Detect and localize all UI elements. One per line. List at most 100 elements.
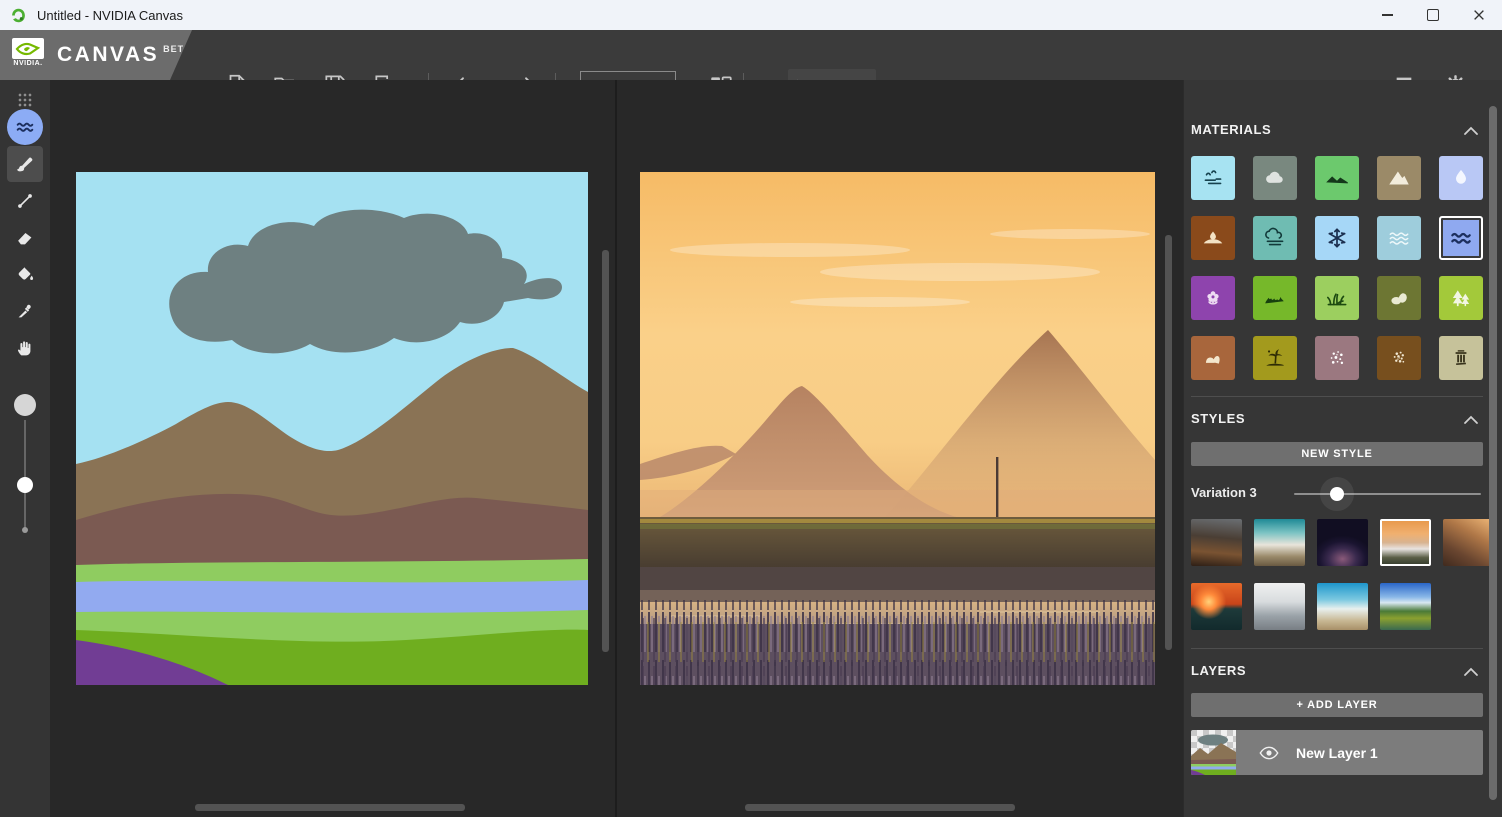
material-cloud[interactable] — [1253, 156, 1297, 200]
style-rocky-peak[interactable] — [1443, 519, 1494, 566]
left-canvas-vscroll[interactable] — [602, 250, 609, 652]
paint-bucket-icon — [14, 263, 36, 285]
app-name: CANVAS — [57, 43, 159, 66]
material-river[interactable] — [1377, 216, 1421, 260]
line-tool[interactable] — [7, 183, 43, 219]
variation-slider[interactable] — [1294, 483, 1481, 505]
material-water[interactable] — [1439, 156, 1483, 200]
layer-name: New Layer 1 — [1296, 745, 1378, 761]
layer-visibility-eye-icon[interactable] — [1258, 742, 1280, 764]
material-grass[interactable] — [1315, 276, 1359, 320]
pane-divider — [615, 80, 617, 817]
material-sand[interactable] — [1253, 336, 1297, 380]
variation-slider-handle[interactable] — [1330, 487, 1344, 501]
fill-tool[interactable] — [7, 256, 43, 292]
layer-thumbnail — [1191, 730, 1236, 775]
variation-row: Variation 3 — [1191, 483, 1483, 505]
brush-size-slider-track[interactable] — [24, 420, 26, 528]
layers-collapse-chevron[interactable] — [1463, 665, 1479, 677]
material-ruins[interactable] — [1439, 336, 1483, 380]
nvidia-wordmark: NVIDIA. — [13, 60, 42, 67]
eyedropper-tool[interactable] — [7, 293, 43, 329]
material-sky[interactable] — [1191, 156, 1235, 200]
eraser-icon — [14, 227, 36, 249]
mountain-icon — [1386, 165, 1412, 191]
ruins-column-icon — [1448, 345, 1474, 371]
line-icon — [14, 190, 36, 212]
brush-size-max-preview — [14, 394, 36, 416]
window-controls — [1364, 0, 1502, 30]
river-icon — [1386, 225, 1412, 251]
nvidia-canvas-window: { "window": { "title": "Untitled - NVIDI… — [0, 0, 1502, 817]
material-bush[interactable] — [1253, 276, 1297, 320]
new-style-button[interactable]: NEW STYLE — [1191, 442, 1483, 466]
style-desert-rocks[interactable] — [1191, 519, 1242, 566]
material-sea[interactable] — [1439, 216, 1483, 260]
nvidia-logo: NVIDIA. — [11, 38, 45, 72]
eraser-tool[interactable] — [7, 220, 43, 256]
cloud-icon — [1262, 165, 1288, 191]
minimize-button[interactable] — [1364, 0, 1410, 30]
hill-icon — [1324, 165, 1350, 191]
right-canvas-vscroll[interactable] — [1165, 235, 1172, 650]
section-divider — [1191, 648, 1483, 649]
styles-header: STYLES — [1191, 411, 1483, 429]
material-flower[interactable] — [1191, 276, 1235, 320]
maximize-button[interactable] — [1410, 0, 1456, 30]
paint-canvas[interactable] — [76, 172, 588, 685]
tool-rail — [0, 80, 50, 817]
materials-header: MATERIALS — [1191, 122, 1483, 140]
style-thumbnails-row2 — [1191, 583, 1491, 630]
material-tree[interactable] — [1439, 276, 1483, 320]
bush-icon — [1262, 285, 1288, 311]
eyedropper-icon — [14, 300, 36, 322]
material-mountain[interactable] — [1377, 156, 1421, 200]
fog-icon — [1262, 225, 1288, 251]
style-beach-clouds[interactable] — [1317, 583, 1368, 630]
hand-icon — [14, 337, 36, 359]
gravel-dots-icon — [1324, 345, 1350, 371]
style-teal-sky-clouds[interactable] — [1254, 519, 1305, 566]
right-panel: MATERIALS STYLES NEW STYLE Variation 3 — [1183, 80, 1502, 817]
brush-size-slider-handle[interactable] — [17, 477, 33, 493]
style-foggy-mountains[interactable] — [1254, 583, 1305, 630]
sea-waves-icon — [14, 116, 36, 138]
styles-collapse-chevron[interactable] — [1463, 413, 1479, 425]
grid-dots-icon — [15, 90, 35, 110]
style-night-arch[interactable] — [1317, 519, 1368, 566]
panel-scrollbar[interactable] — [1489, 106, 1497, 800]
layer-row[interactable]: New Layer 1 — [1191, 730, 1483, 775]
hand-tool[interactable] — [7, 330, 43, 366]
material-mud[interactable] — [1377, 336, 1421, 380]
active-material-button[interactable] — [7, 109, 43, 145]
close-button[interactable] — [1456, 0, 1502, 30]
palm-beach-icon — [1262, 345, 1288, 371]
layers-header: LAYERS — [1191, 663, 1483, 681]
paintbrush-tool[interactable] — [7, 146, 43, 182]
material-rock[interactable] — [1191, 336, 1235, 380]
material-dirt[interactable] — [1191, 216, 1235, 260]
materials-collapse-chevron[interactable] — [1463, 124, 1479, 136]
material-hill[interactable] — [1315, 156, 1359, 200]
style-alpine-lake[interactable] — [1380, 583, 1431, 630]
add-layer-button[interactable]: + ADD LAYER — [1191, 693, 1483, 717]
rock-icon — [1200, 345, 1226, 371]
section-divider — [1191, 396, 1483, 397]
style-sunset-fog-mountains[interactable] — [1380, 519, 1431, 566]
brand-area: NVIDIA. CANVASBETA — [0, 30, 192, 80]
sky-icon — [1200, 165, 1226, 191]
material-snow[interactable] — [1315, 216, 1359, 260]
material-fog[interactable] — [1253, 216, 1297, 260]
right-canvas-hscroll[interactable] — [745, 804, 1015, 811]
toolbar: NVIDIA. CANVASBETA 50% RENDER — [0, 30, 1502, 80]
snowflake-icon — [1324, 225, 1350, 251]
material-gravel[interactable] — [1315, 336, 1359, 380]
mud-dots-icon — [1386, 345, 1412, 371]
style-ocean-sunset[interactable] — [1191, 583, 1242, 630]
water-drop-icon — [1448, 165, 1474, 191]
variation-label: Variation 3 — [1191, 485, 1257, 500]
canvas-area — [50, 80, 1183, 817]
material-stone[interactable] — [1377, 276, 1421, 320]
nvidia-eye-icon — [15, 41, 41, 57]
left-canvas-hscroll[interactable] — [195, 804, 465, 811]
